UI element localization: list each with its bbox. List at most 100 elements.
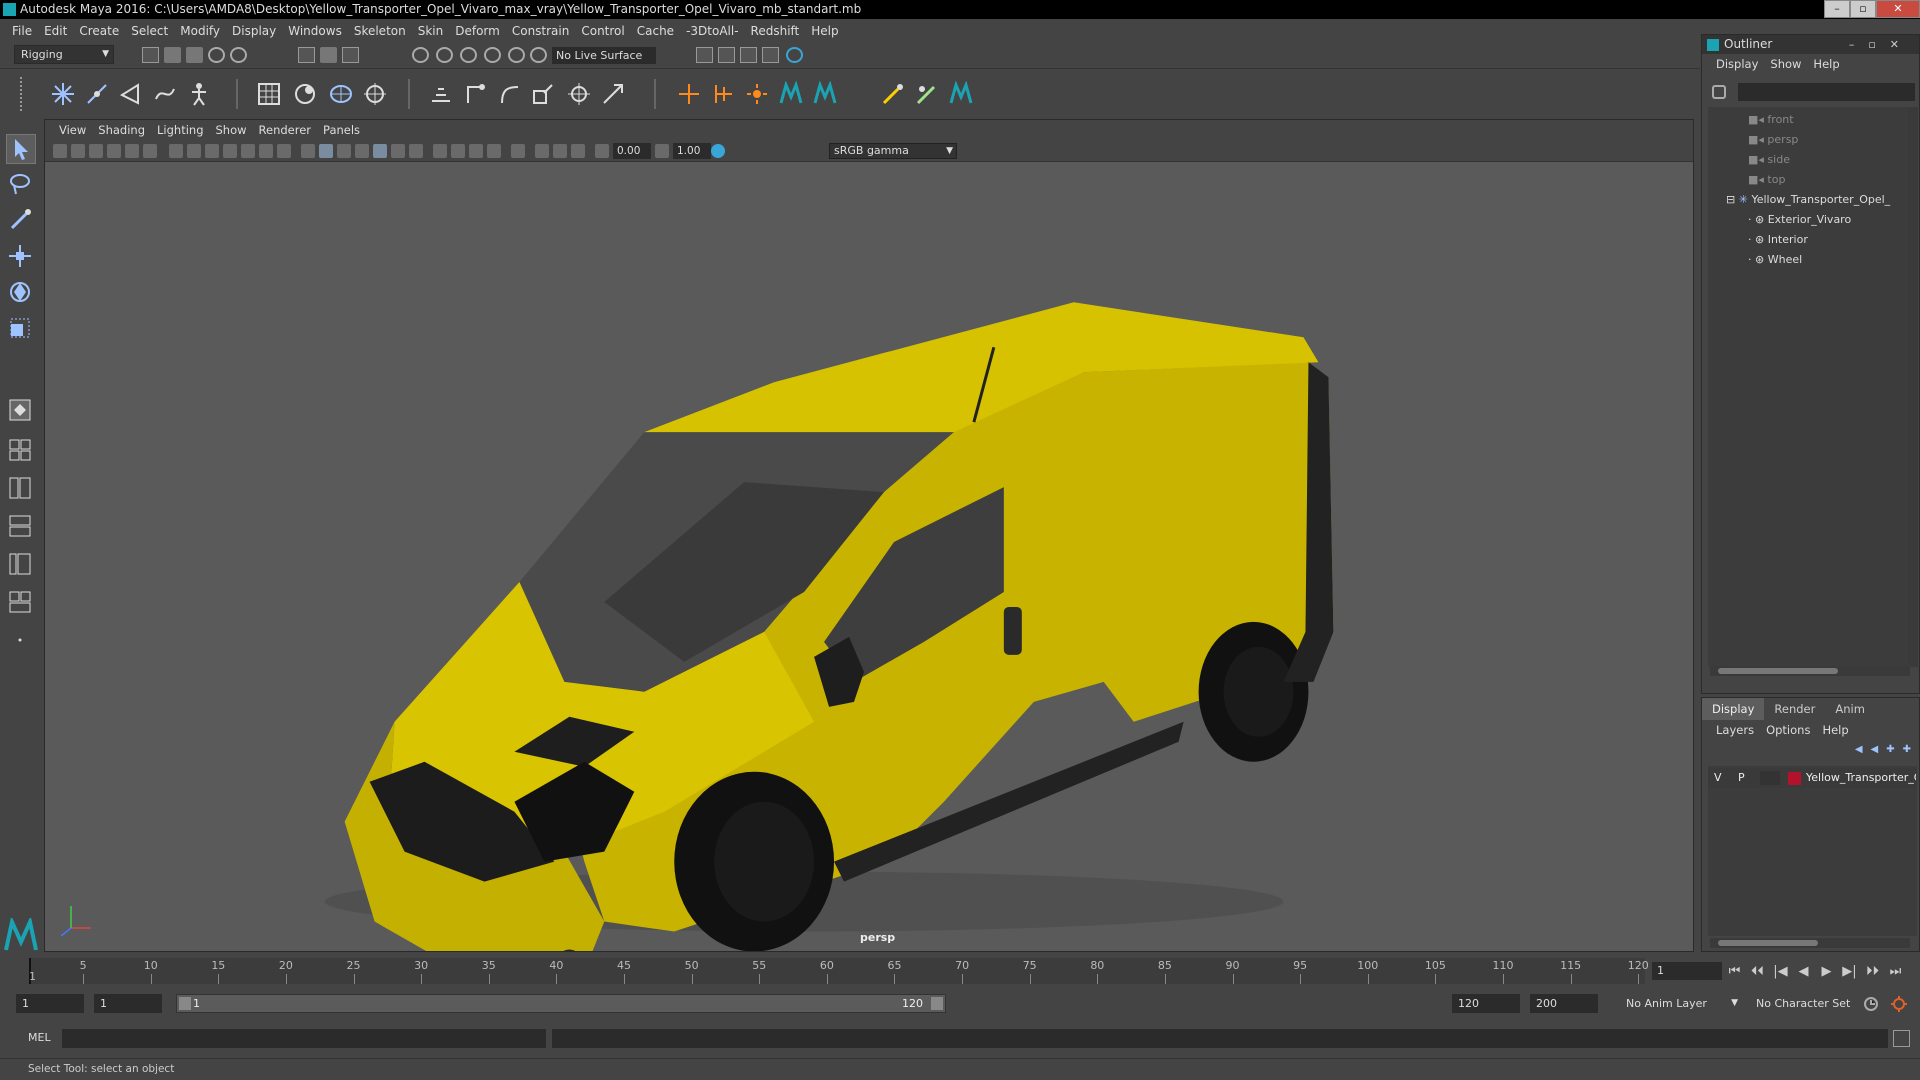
menu-constrain[interactable]: Constrain: [506, 24, 576, 38]
menu-3dtoall[interactable]: -3DtoAll-: [680, 24, 744, 38]
tree-item[interactable]: ■◂ side: [1748, 151, 1790, 169]
select-object-icon[interactable]: [320, 47, 337, 63]
custom-layout-button[interactable]: [6, 626, 36, 656]
playback-range-bar[interactable]: 1 120: [176, 994, 946, 1013]
locator-icon[interactable]: [676, 81, 702, 107]
outliner-search-input[interactable]: [1738, 83, 1915, 101]
menu-cache[interactable]: Cache: [631, 24, 680, 38]
select-tool-button[interactable]: [6, 134, 36, 164]
menu-create[interactable]: Create: [73, 24, 125, 38]
snap-view-icon[interactable]: [484, 47, 501, 63]
exposure-icon[interactable]: [595, 144, 609, 158]
layer-row[interactable]: V P Yellow_Transporter_Op: [1708, 768, 1917, 788]
close-button[interactable]: ✕: [1876, 0, 1920, 18]
render-settings-icon[interactable]: [762, 47, 779, 63]
lattice-icon[interactable]: [256, 81, 282, 107]
menu-deform[interactable]: Deform: [449, 24, 506, 38]
outliner-horizontal-scrollbar[interactable]: [1710, 666, 1910, 676]
anti-aliasing-icon[interactable]: [469, 144, 483, 158]
screen-space-ao-icon[interactable]: [433, 144, 447, 158]
maya-rig-icon[interactable]: [948, 81, 974, 107]
field-chart-icon[interactable]: [241, 144, 255, 158]
save-scene-icon[interactable]: [186, 47, 203, 63]
color-management-icon[interactable]: [711, 144, 725, 158]
snap-grid-icon[interactable]: [412, 47, 429, 63]
maya-skeleton-icon[interactable]: [812, 81, 838, 107]
scrollbar-thumb[interactable]: [1718, 668, 1838, 674]
parent-constraint-icon[interactable]: [428, 81, 454, 107]
menu-skeleton[interactable]: Skeleton: [348, 24, 412, 38]
open-scene-icon[interactable]: [164, 47, 181, 63]
bookmark-icon[interactable]: [89, 144, 103, 158]
select-camera-icon[interactable]: [53, 144, 67, 158]
grid-icon[interactable]: [169, 144, 183, 158]
menu-select[interactable]: Select: [125, 24, 174, 38]
redo-icon[interactable]: [230, 47, 247, 63]
grease-pencil-icon[interactable]: [143, 144, 157, 158]
menu-control[interactable]: Control: [575, 24, 630, 38]
smooth-shade-icon[interactable]: [319, 144, 333, 158]
lasso-tool-button[interactable]: [6, 170, 36, 200]
shadows-icon[interactable]: [409, 144, 423, 158]
vp-menu-panels[interactable]: Panels: [317, 123, 366, 137]
menu-help[interactable]: Help: [805, 24, 844, 38]
gamma-field[interactable]: 1.00: [673, 143, 711, 159]
hypershade-layout-button[interactable]: [6, 550, 36, 580]
wireframe-on-shaded-icon[interactable]: [337, 144, 351, 158]
shelf-handle[interactable]: [20, 77, 30, 111]
textured-icon[interactable]: [373, 144, 387, 158]
current-frame-field[interactable]: 1: [1652, 962, 1722, 980]
play-forwards-button[interactable]: ▶: [1818, 964, 1835, 979]
scale-tool-button[interactable]: [6, 314, 36, 344]
xray-joints-icon[interactable]: [535, 144, 549, 158]
tree-item[interactable]: ■◂ persp: [1748, 131, 1798, 149]
collapse-icon[interactable]: ⊟: [1726, 193, 1739, 206]
point-constraint-icon[interactable]: [462, 81, 488, 107]
animation-preferences-icon[interactable]: [1890, 995, 1908, 1013]
camera-attributes-icon[interactable]: [71, 144, 85, 158]
select-component-icon[interactable]: [342, 47, 359, 63]
vp-menu-view[interactable]: View: [53, 123, 92, 137]
step-forward-frame-button[interactable]: ▶|: [1841, 964, 1858, 979]
image-plane-icon[interactable]: [107, 144, 121, 158]
ik-handle-icon[interactable]: [118, 81, 144, 107]
minimize-button[interactable]: –: [1824, 0, 1850, 18]
new-scene-icon[interactable]: [142, 47, 159, 63]
character-set-dropdown[interactable]: No Character Set: [1750, 994, 1866, 1013]
vp-menu-shading[interactable]: Shading: [92, 123, 151, 137]
cluster-icon[interactable]: [292, 81, 318, 107]
select-hierarchy-icon[interactable]: [298, 47, 315, 63]
playback-end-field[interactable]: 120: [1452, 994, 1520, 1013]
script-language-toggle[interactable]: MEL: [28, 1030, 51, 1046]
gate-mask-icon[interactable]: [223, 144, 237, 158]
single-perspective-layout-button[interactable]: [6, 396, 36, 426]
display-type-toggle[interactable]: [1760, 771, 1780, 785]
tree-item[interactable]: · ⊛ Wheel: [1748, 251, 1802, 269]
live-surface-field[interactable]: No Live Surface: [552, 47, 656, 64]
menu-file[interactable]: File: [6, 24, 38, 38]
node-editor-layout-button[interactable]: [6, 588, 36, 618]
isolate-select-icon[interactable]: [511, 144, 525, 158]
animation-start-field[interactable]: 1: [16, 994, 84, 1013]
tab-display[interactable]: Display: [1702, 698, 1765, 720]
range-start-handle[interactable]: [179, 997, 191, 1010]
persp-outliner-layout-button[interactable]: [6, 474, 36, 504]
snap-point-icon[interactable]: [460, 47, 477, 63]
outliner-window-buttons[interactable]: –▫✕: [1849, 35, 1913, 54]
xray-active-icon[interactable]: [553, 144, 567, 158]
command-input[interactable]: [62, 1029, 546, 1048]
go-to-start-button[interactable]: ⏮: [1726, 964, 1743, 979]
layer-menu-layers[interactable]: Layers: [1710, 723, 1760, 737]
resolution-gate-icon[interactable]: [205, 144, 219, 158]
tree-item[interactable]: ■◂ top: [1748, 171, 1785, 189]
use-all-lights-icon[interactable]: [391, 144, 405, 158]
move-layer-up-icon[interactable]: ◀: [1855, 744, 1863, 755]
snap-curve-icon[interactable]: [436, 47, 453, 63]
step-forward-key-button[interactable]: ⏵⏵: [1864, 964, 1881, 979]
rotate-tool-button[interactable]: [6, 278, 36, 308]
motion-blur-icon[interactable]: [451, 144, 465, 158]
depth-of-field-icon[interactable]: [487, 144, 501, 158]
pole-vector-icon[interactable]: [600, 81, 626, 107]
render-frame-icon[interactable]: [718, 47, 735, 63]
snap-pivot-icon[interactable]: [530, 47, 547, 63]
